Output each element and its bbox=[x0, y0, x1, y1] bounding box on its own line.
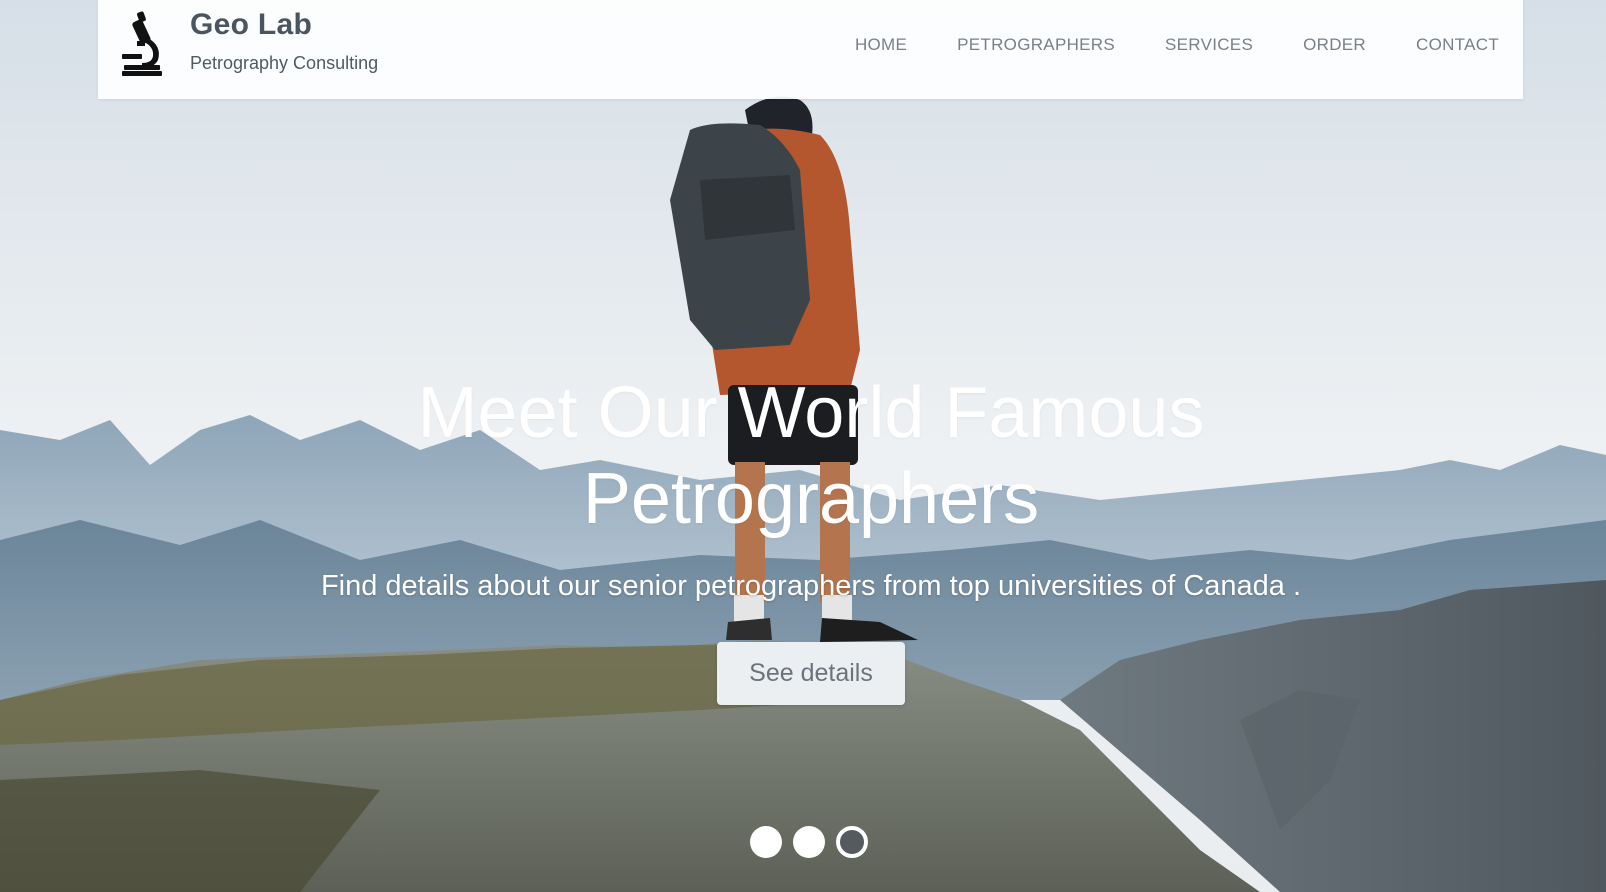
brand-tagline: Petrography Consulting bbox=[190, 53, 379, 73]
carousel-dot-3-active[interactable] bbox=[836, 826, 868, 858]
brand-name[interactable]: Geo Lab bbox=[190, 8, 312, 42]
nav-item-order[interactable]: ORDER bbox=[1303, 35, 1366, 55]
hero-title: Meet Our World Famous Petrographers bbox=[0, 370, 1606, 542]
see-details-button[interactable]: See details bbox=[717, 642, 905, 705]
carousel-dot-1[interactable] bbox=[750, 826, 782, 858]
nav-item-petrographers[interactable]: PETROGRAPHERS bbox=[957, 35, 1115, 55]
hero-title-line-1: Meet Our World Famous bbox=[417, 373, 1205, 453]
hero-subtitle: Find details about our senior petrograph… bbox=[320, 570, 1302, 602]
microscope-icon[interactable] bbox=[118, 10, 164, 76]
carousel-indicators bbox=[750, 826, 868, 858]
nav-item-home[interactable]: HOME bbox=[855, 35, 907, 55]
nav-item-contact[interactable]: CONTACT bbox=[1416, 35, 1499, 55]
hero-title-line-2: Petrographers bbox=[582, 459, 1040, 539]
hero-carousel: Geo Lab Petrography Consulting HOME PETR… bbox=[0, 0, 1606, 892]
main-nav: HOME PETROGRAPHERS SERVICES ORDER CONTAC… bbox=[855, 35, 1499, 55]
nav-item-services[interactable]: SERVICES bbox=[1165, 35, 1253, 55]
site-header: Geo Lab Petrography Consulting HOME PETR… bbox=[98, 0, 1523, 99]
carousel-dot-2[interactable] bbox=[793, 826, 825, 858]
